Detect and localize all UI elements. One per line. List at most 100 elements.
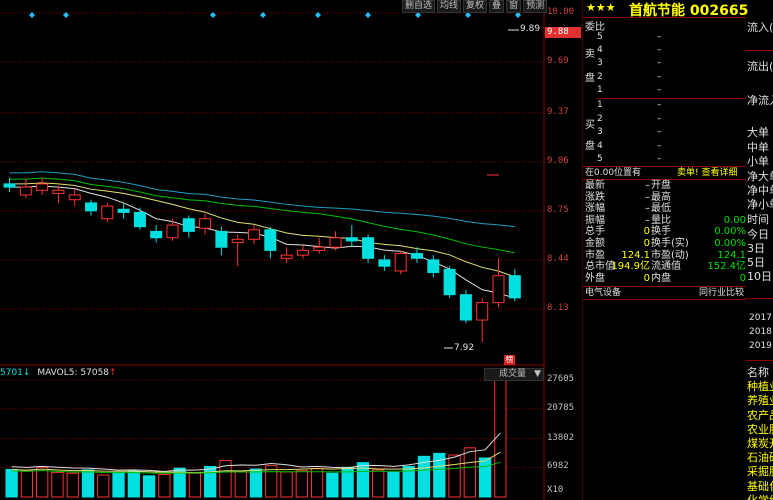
candle[interactable] bbox=[313, 246, 326, 251]
fund-flow-label: 10日 bbox=[747, 270, 772, 283]
quote-row: 金额 0 换手(实) 0.00% bbox=[583, 238, 746, 250]
quote-value: 152.4亿 bbox=[707, 261, 746, 273]
sell-level-3: 3 bbox=[597, 58, 603, 69]
volume-bar[interactable] bbox=[51, 471, 64, 498]
triangle-down-icon: ▼ bbox=[534, 369, 541, 379]
candle[interactable] bbox=[508, 275, 521, 299]
candle[interactable] bbox=[459, 294, 472, 321]
candle[interactable] bbox=[264, 229, 277, 251]
quote-value: – bbox=[645, 180, 650, 191]
candle[interactable] bbox=[345, 237, 358, 242]
candle[interactable] bbox=[443, 268, 456, 296]
volume-bar[interactable] bbox=[204, 465, 217, 498]
status-right[interactable]: 卖单! 查看详细 bbox=[677, 167, 737, 179]
volume-tab[interactable]: 成交量 ▼ bbox=[484, 368, 544, 381]
candle[interactable] bbox=[85, 202, 97, 212]
volume-bar[interactable] bbox=[295, 470, 308, 498]
volume-bar[interactable] bbox=[234, 470, 247, 498]
candle[interactable] bbox=[182, 218, 195, 232]
quote-value: 0 bbox=[643, 272, 650, 284]
volume-bar[interactable] bbox=[188, 472, 202, 498]
candle[interactable] bbox=[150, 230, 163, 239]
volume-bar[interactable] bbox=[494, 379, 507, 498]
quote-label: 振幅 bbox=[585, 214, 605, 226]
toolbar-button-5[interactable]: 预测 bbox=[523, 0, 548, 13]
quote-value: – bbox=[645, 214, 650, 226]
price-axis: 10.00 9.69 9.37 9.06 8.75 8.44 8.13 27605 20785 1… bbox=[545, 0, 581, 500]
quote-label: 流通值 bbox=[651, 261, 681, 273]
volume-bar[interactable] bbox=[478, 457, 492, 498]
quote-label: 市盈 bbox=[585, 249, 605, 261]
candle[interactable] bbox=[280, 254, 293, 259]
kline-chart-area[interactable]: 删自选 均线 复权叠窗预测 5701↓ MAVOL5: 57058↑ 成交量 ▼ 榜… bbox=[0, 0, 548, 500]
candle[interactable] bbox=[199, 218, 212, 229]
volume-bar[interactable] bbox=[81, 469, 95, 498]
candle[interactable] bbox=[3, 183, 16, 188]
candle[interactable] bbox=[231, 238, 244, 243]
quote-label: 最新 bbox=[585, 180, 605, 191]
quote-row: 市盈 124.1 市盈(动) 124.1 bbox=[583, 250, 746, 262]
volume-bar[interactable] bbox=[310, 468, 324, 498]
volume-bar[interactable] bbox=[326, 472, 339, 498]
volume-bar[interactable] bbox=[280, 471, 293, 498]
volume-bar[interactable] bbox=[97, 474, 110, 498]
toolbar-button-3[interactable]: 叠 bbox=[489, 0, 505, 13]
candle[interactable] bbox=[296, 249, 309, 256]
rating-stars: ★★★ bbox=[586, 1, 616, 14]
candle[interactable] bbox=[378, 259, 391, 267]
candle[interactable] bbox=[19, 186, 32, 196]
volume-bar[interactable] bbox=[66, 472, 79, 498]
quote-label: 涨跌 bbox=[585, 191, 605, 203]
candle[interactable] bbox=[117, 208, 130, 213]
candle[interactable] bbox=[492, 275, 505, 304]
status-left: 在0.00位置有 bbox=[585, 168, 642, 178]
volume-bar[interactable] bbox=[36, 466, 49, 498]
volume-value: 5701 bbox=[0, 368, 23, 378]
volume-bar[interactable] bbox=[265, 465, 278, 498]
buy-level-3: 3 bbox=[597, 127, 603, 137]
volume-bar[interactable] bbox=[387, 471, 400, 498]
industry-row[interactable]: 电气设备 同行业比较 bbox=[583, 287, 746, 299]
volume-bar[interactable] bbox=[112, 471, 125, 498]
volume-bar[interactable] bbox=[5, 468, 18, 498]
volume-bar[interactable] bbox=[249, 468, 263, 498]
status-bar[interactable]: 在0.00位置有 卖单! 查看详细 bbox=[583, 167, 746, 179]
candle[interactable] bbox=[362, 237, 375, 259]
year-label: 2019 bbox=[749, 341, 772, 351]
candle[interactable] bbox=[427, 259, 440, 274]
quote-value: 0.00 bbox=[723, 214, 746, 226]
sell-level-1: 1 bbox=[597, 84, 603, 95]
rank-flag[interactable]: 榜 bbox=[504, 355, 515, 365]
volume-bar[interactable] bbox=[158, 474, 171, 498]
volume-bar[interactable] bbox=[20, 470, 34, 498]
volume-bar[interactable] bbox=[448, 454, 461, 498]
candle[interactable] bbox=[166, 224, 179, 239]
candle[interactable] bbox=[329, 237, 342, 248]
toolbar-button-2[interactable]: 复权 bbox=[463, 0, 488, 13]
mavol5-label: MAVOL5: 57058 bbox=[37, 368, 110, 378]
industry-compare-link[interactable]: 同行业比较 bbox=[699, 287, 744, 299]
candle[interactable] bbox=[36, 183, 49, 191]
volume-bar[interactable] bbox=[142, 475, 156, 498]
volume-bar[interactable] bbox=[463, 447, 476, 498]
candle[interactable] bbox=[476, 302, 489, 321]
volume-header: 5701↓ MAVOL5: 57058↑ bbox=[0, 368, 117, 378]
volume-axis-label: 13802 bbox=[547, 432, 575, 443]
candle[interactable] bbox=[133, 211, 146, 228]
candle[interactable] bbox=[68, 194, 81, 201]
buy-price: – bbox=[657, 140, 662, 151]
volume-bar[interactable] bbox=[127, 470, 140, 498]
toolbar-button-0[interactable]: 删自选 bbox=[402, 0, 436, 13]
toolbar-button-4[interactable]: 窗 bbox=[506, 0, 522, 13]
toolbar-button-1[interactable]: 均线 bbox=[437, 0, 462, 13]
candle[interactable] bbox=[52, 189, 65, 194]
candle[interactable] bbox=[248, 229, 260, 240]
low-label: 7.92 bbox=[454, 343, 475, 353]
quote-value: 194.9亿 bbox=[611, 261, 650, 273]
volume-bar[interactable] bbox=[372, 469, 385, 498]
candle[interactable] bbox=[411, 253, 423, 259]
candle[interactable] bbox=[394, 253, 407, 272]
kline-chart[interactable] bbox=[0, 0, 545, 500]
candle[interactable] bbox=[215, 230, 228, 248]
candle[interactable] bbox=[101, 205, 114, 220]
